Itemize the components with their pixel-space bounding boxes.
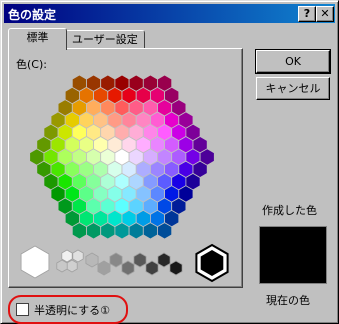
gray-swatch[interactable] bbox=[72, 249, 84, 263]
color-swatch[interactable] bbox=[199, 148, 215, 166]
gray-swatch[interactable] bbox=[109, 252, 123, 268]
gray-swatch[interactable] bbox=[145, 260, 159, 276]
gray-swatch[interactable] bbox=[169, 260, 183, 276]
new-color-label: 作成した色 bbox=[262, 204, 317, 217]
gray-swatch[interactable] bbox=[61, 249, 73, 263]
gray-swatch[interactable] bbox=[157, 252, 171, 268]
gray-swatch[interactable] bbox=[133, 252, 147, 268]
current-color-label: 現在の色 bbox=[266, 294, 310, 307]
gray-swatch[interactable] bbox=[20, 245, 50, 279]
gray-swatch[interactable] bbox=[85, 252, 99, 268]
gray-swatch[interactable] bbox=[56, 259, 68, 273]
gray-swatch[interactable] bbox=[97, 260, 111, 276]
gray-swatch[interactable] bbox=[66, 259, 78, 273]
translucent-label: 半透明にする① bbox=[34, 304, 110, 317]
tab-standard[interactable]: 標準 bbox=[8, 28, 67, 50]
ok-button[interactable]: OK bbox=[255, 49, 331, 74]
translucent-checkbox[interactable] bbox=[16, 303, 29, 316]
color-preview bbox=[259, 226, 327, 284]
cancel-button[interactable]: キャンセル bbox=[256, 77, 330, 100]
gray-swatch[interactable] bbox=[121, 260, 135, 276]
